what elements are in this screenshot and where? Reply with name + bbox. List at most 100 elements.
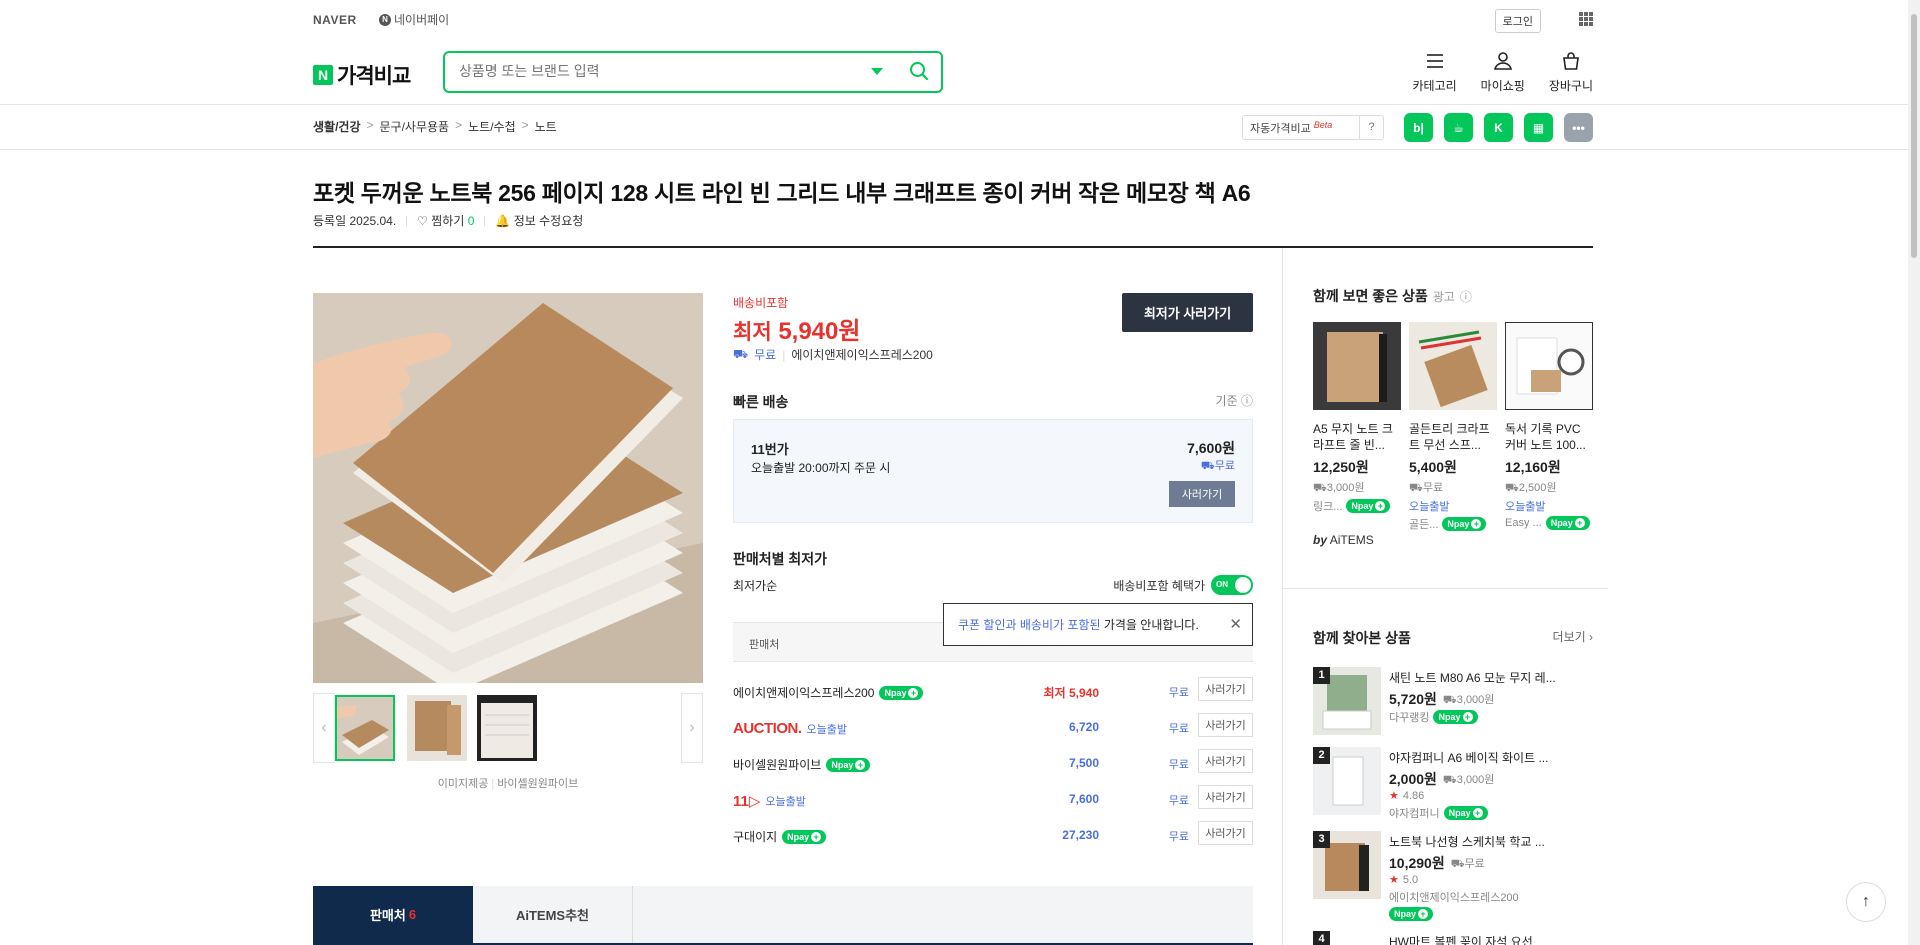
seller-buy-button[interactable]: 사러가기 [1198,677,1253,701]
seller-row[interactable]: 에이치앤제이익스프레스200 Npay + 최저 5,940 무료 사러가기 [733,673,1253,709]
seller-buy-button[interactable]: 사러가기 [1198,821,1253,845]
auto-compare-button[interactable]: 자동가격비교 Beta ? [1242,115,1384,140]
more-link[interactable]: 더보기 › [1553,628,1593,645]
scroll-top-button[interactable]: ↑ [1846,882,1886,922]
ad-label: 광고 [1432,289,1455,304]
notebook-illustration [313,293,703,683]
scrollbar[interactable] [1908,0,1920,945]
naver-pay-link[interactable]: N 네이버페이 [379,11,449,28]
aitems-credit: by AiTEMS [1313,533,1374,547]
viewed-rating: ★ 5.0 [1389,873,1418,887]
tab-sellers-count: 6 [408,907,417,922]
seller-name-cell: 구대이지 Npay + [733,828,827,845]
seller-name: 바이셀원원파이브 [733,758,822,772]
tab-sellers[interactable]: 판매처 6 [313,886,473,943]
top-bar: NAVER N 네이버페이 로그인 [313,0,1593,40]
breadcrumb-item[interactable]: 노트 [535,118,557,135]
cafe-icon[interactable]: ☕ [1444,113,1473,142]
next-arrow-icon[interactable]: › [681,693,703,763]
by-label: by [1313,533,1328,547]
cart-button[interactable]: 장바구니 [1549,50,1593,94]
wish-label: 찜하기 [431,214,465,228]
apps-grid-icon[interactable] [1579,12,1593,26]
npay-badge: Npay + [879,685,924,700]
search-box [443,51,943,93]
11st-text: 11 [733,793,749,810]
lowest-seller[interactable]: 에이치앤제이익스프레스200 [791,346,932,363]
recommend-item[interactable]: A5 무지 노트 크라프트 줄 빈... 12,250원 ⛟3,000원 링크.… [1313,322,1401,514]
tab-aitems[interactable]: AiTEMS추천 [473,886,633,943]
npay-badge: Npay + [1442,517,1487,531]
news-icon[interactable]: ▦ [1524,113,1553,142]
search-input[interactable] [459,63,859,79]
fast-buy-button[interactable]: 사러가기 [1169,481,1235,507]
thumbnail[interactable] [407,695,467,761]
recommend-ship: ⛟무료 [1409,482,1444,494]
viewed-price-row: 2,000원 ⛟3,000원 [1389,769,1494,789]
image-credit: 이미지제공 | 바이셀원원파이브 [437,778,579,790]
npay-badge: Npay + [1433,710,1478,724]
viewed-ship-text: 무료 [1464,857,1485,870]
lowest-prefix: 최저 [733,321,772,344]
search-icon[interactable] [909,61,929,81]
breadcrumb-item[interactable]: 문구/사무용품 [380,118,450,135]
recommend-image [1504,321,1594,411]
seller-row[interactable]: 11▷ 오늘출발 7,600 무료 사러가기 [733,781,1253,817]
more-icon[interactable]: ••• [1564,113,1593,142]
viewed-item[interactable]: 4 HW마트 볼펜 꽂이 자석 요선 [1313,931,1593,945]
recommend-today: 오늘출발 [1505,501,1546,513]
viewed-item[interactable]: 1 새틴 노트 M80 A6 모눈 무지 레... 5,720원 ⛟3,000원 … [1313,667,1593,737]
shipping-toggle[interactable]: ON [1211,575,1253,595]
basis-info[interactable]: 기준 ⓘ [1216,392,1253,409]
reg-date: 등록일 2025.04. [313,214,397,228]
npay-text: pay [1357,501,1374,511]
viewed-name: HW마트 볼펜 꽂이 자석 요선 [1389,935,1533,945]
recommend-item[interactable]: 독서 기록 PVC 커버 노트 100... 12,160원 ⛟2,500원 오… [1504,321,1594,530]
edit-request-button[interactable]: 🔔 정보 수정요청 [495,212,583,229]
recommend-section: 함께 보면 좋은 상품 광고 ⓘ A5 무지 노트 크라프트 줄 빈... 12… [1313,286,1594,547]
thumbnail[interactable] [477,695,537,761]
recommend-title: 함께 보면 좋은 상품 광고 ⓘ [1313,286,1593,306]
wish-button[interactable]: ♡ 찜하기 0 [417,212,474,229]
buy-lowest-button[interactable]: 최저가 사러가기 [1122,293,1253,332]
breadcrumb-separator: > [455,118,463,132]
breadcrumb-item[interactable]: 생활/건강 [313,118,361,135]
seller-row[interactable]: 바이셀원원파이브 Npay + 7,500 무료 사러가기 [733,745,1253,781]
seller-price: 7,600 [1068,792,1099,806]
npay-text: pay [837,759,854,770]
seller-buy-button[interactable]: 사러가기 [1198,749,1253,773]
more-label: 더보기 [1552,630,1586,644]
seller-price: 7,500 [1068,756,1099,770]
viewed-item[interactable]: 3 노트북 나선형 스케치북 학교 ... 10,290원 ⛟무료 ★ 5.0 에이… [1313,831,1593,921]
my-shopping-button[interactable]: 마이쇼핑 [1481,50,1525,94]
today-ship-label: 오늘출발 [765,796,806,808]
viewed-name: 노트북 나선형 스케치북 학교 ... [1389,835,1545,849]
kin-icon[interactable]: K [1484,113,1513,142]
recommend-item[interactable]: 골든트리 크라프트 무선 스프... 5,400원 ⛟무료 오늘출발 골든...… [1409,322,1497,532]
naver-logo[interactable]: NAVER [313,13,357,27]
seller-row[interactable]: 구대이지 Npay + 27,230 무료 사러가기 [733,817,1253,853]
close-icon[interactable]: ✕ [1229,615,1242,633]
thumbnail[interactable] [335,695,395,761]
breadcrumb-item[interactable]: 노트/수첩 [468,118,516,135]
login-button[interactable]: 로그인 [1494,9,1541,33]
viewed-name: 야자컴퍼니 A6 베이직 화이트 ... [1389,751,1549,765]
chevron-down-icon[interactable] [871,68,883,75]
seller-row[interactable]: AUCTION. 오늘출발 6,720 무료 사러가기 [733,709,1253,745]
thumbnail-strip: ‹ › [313,693,703,763]
brand-logo[interactable]: N 가격비교 [313,60,411,90]
scrollbar-thumb[interactable] [1911,14,1917,258]
product-image[interactable] [313,293,703,683]
seller-buy-button[interactable]: 사러가기 [1198,713,1253,737]
category-button[interactable]: 카테고리 [1412,50,1457,94]
seller-free: 무료 [1168,831,1189,843]
prev-arrow-icon[interactable]: ‹ [313,693,335,763]
sort-option[interactable]: 최저가순 [733,577,777,594]
help-icon[interactable]: ? [1359,115,1383,140]
seller-buy-button[interactable]: 사러가기 [1198,785,1253,809]
lowest-price-value: 5,940원 [778,318,861,345]
viewed-item[interactable]: 2 야자컴퍼니 A6 베이직 화이트 ... 2,000원 ⛟3,000원 ★ 4.… [1313,747,1593,820]
fast-seller: 11번가 [751,442,789,457]
blog-icon[interactable]: b| [1404,113,1433,142]
info-icon[interactable]: ⓘ [1460,288,1472,305]
